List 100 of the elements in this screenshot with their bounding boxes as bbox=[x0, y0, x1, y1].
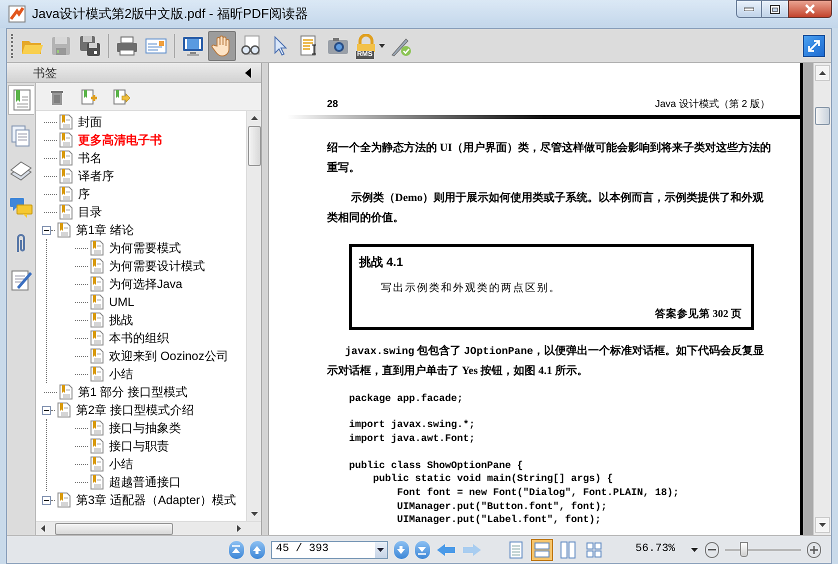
vertical-scrollbar[interactable] bbox=[246, 111, 261, 521]
bookmark-item[interactable]: 接口与抽象类 bbox=[109, 419, 181, 437]
bookmark-icon bbox=[89, 474, 105, 490]
next-page-button[interactable] bbox=[394, 540, 409, 558]
continuous-page-layout-icon bbox=[533, 540, 552, 558]
bookmark-icon bbox=[56, 492, 72, 508]
challenge-title: 挑战 4.1 bbox=[359, 254, 404, 271]
hand-tool-button[interactable] bbox=[208, 30, 236, 60]
bookmark-item[interactable]: 接口与职责 bbox=[109, 437, 169, 455]
diagonal-arrows-icon bbox=[806, 38, 822, 54]
last-page-icon bbox=[417, 544, 428, 554]
close-icon bbox=[804, 4, 816, 14]
zoom-slider[interactable] bbox=[725, 542, 802, 558]
window-title: Java设计模式第2版中文版.pdf - 福昕PDF阅读器 bbox=[32, 5, 308, 24]
bookmark-icon bbox=[89, 456, 105, 472]
bookmark-item[interactable]: 挑战 bbox=[109, 311, 133, 329]
scroll-thumb[interactable] bbox=[248, 126, 260, 166]
code-text: import javax.swing.*; import java.awt.Font; bbox=[349, 419, 476, 447]
bookmark-icon bbox=[89, 438, 105, 454]
previous-page-icon bbox=[252, 544, 262, 554]
bookmark-icon bbox=[89, 330, 105, 346]
down-triangle-icon bbox=[819, 523, 826, 527]
scroll-up-button[interactable] bbox=[815, 65, 830, 81]
running-title: Java 设计模式（第 2 版） bbox=[654, 98, 770, 112]
bookmark-item[interactable]: 第1章 绪论 bbox=[76, 221, 134, 239]
previous-page-button[interactable] bbox=[250, 540, 265, 558]
bookmark-item[interactable]: 为何需要模式 bbox=[109, 239, 181, 257]
scroll-thumb[interactable] bbox=[55, 522, 173, 534]
zoom-in-button[interactable] bbox=[807, 542, 821, 558]
dropdown-caret-icon[interactable] bbox=[379, 44, 385, 48]
bookmark-icon bbox=[89, 240, 105, 256]
bookmark-item[interactable]: 小结 bbox=[109, 455, 133, 473]
bookmark-icon bbox=[58, 204, 74, 220]
first-page-icon bbox=[231, 544, 242, 554]
speech-bubbles-icon bbox=[9, 196, 33, 220]
bookmark-icon bbox=[56, 402, 72, 418]
code-text: public class ShowOptionPane { public static void main(String[] args) { Font font = new Font("Dialog", Font.PLAIN, 18); UIManager.put("Button.font", font); UIManager.put("Label.font", font); bbox=[349, 460, 680, 528]
minimize-button[interactable] bbox=[736, 0, 762, 18]
bookmark-icon bbox=[89, 348, 105, 364]
last-page-button[interactable] bbox=[414, 540, 430, 558]
bookmark-item[interactable]: 译者序 bbox=[78, 167, 114, 185]
page-number: 28 bbox=[327, 98, 338, 112]
bookmark-icon bbox=[58, 150, 74, 166]
bookmark-item[interactable]: 为何选择Java bbox=[109, 275, 182, 293]
scroll-right-icon[interactable] bbox=[237, 525, 241, 532]
maximize-button[interactable] bbox=[762, 0, 788, 18]
bookmark-item[interactable]: 封面 bbox=[78, 113, 102, 131]
body-paragraph: 绍一个全为静态方法的 UI（用户界面）类，尽管这样做可能会影响到将来子类对这些方法的重写。 bbox=[327, 140, 772, 176]
collapse-toggle[interactable] bbox=[42, 226, 51, 234]
toolbar-grip[interactable] bbox=[11, 34, 14, 58]
close-button[interactable] bbox=[788, 0, 832, 18]
bookmark-icon bbox=[89, 258, 105, 274]
bookmark-item[interactable]: UML bbox=[109, 293, 134, 311]
zoom-out-button[interactable] bbox=[705, 542, 720, 558]
scroll-left-icon[interactable] bbox=[41, 525, 45, 532]
next-page-icon bbox=[396, 544, 406, 554]
bookmark-item[interactable]: 小结 bbox=[109, 365, 133, 383]
collapse-toggle[interactable] bbox=[42, 406, 51, 414]
bookmark-item[interactable]: 本书的组织 bbox=[109, 329, 169, 347]
scroll-down-icon[interactable] bbox=[250, 512, 258, 516]
bookmark-item[interactable]: 超越普通接口 bbox=[109, 473, 181, 491]
printer-icon bbox=[115, 34, 139, 58]
bookmark-icon bbox=[58, 132, 74, 148]
bookmark-item[interactable]: 书名 bbox=[78, 149, 102, 167]
scroll-up-icon[interactable] bbox=[250, 116, 258, 120]
bookmark-item[interactable]: 序 bbox=[78, 185, 90, 203]
minus-icon bbox=[708, 548, 716, 550]
horizontal-scrollbar[interactable] bbox=[36, 521, 261, 535]
minimize-icon bbox=[744, 7, 754, 11]
document-scrollbar[interactable] bbox=[813, 63, 831, 535]
bookmark-plus-icon bbox=[80, 88, 98, 106]
challenge-text: 写出示例类和外观类的两点区别。 bbox=[381, 281, 562, 296]
bookmark-item[interactable]: 更多高清电子书 bbox=[78, 131, 162, 149]
continuous-facing-page-layout-icon bbox=[585, 540, 604, 558]
bookmark-item[interactable]: 第1 部分 接口型模式 bbox=[78, 383, 188, 401]
bookmark-icon bbox=[89, 312, 105, 328]
panel-title: 书签 bbox=[33, 64, 57, 82]
bookmark-icon bbox=[58, 384, 74, 400]
collapse-toggle[interactable] bbox=[42, 496, 51, 504]
bookmark-item[interactable]: 目录 bbox=[78, 203, 102, 221]
facing-page-layout-icon bbox=[559, 540, 578, 558]
app-logo-icon bbox=[8, 5, 26, 23]
slider-thumb[interactable] bbox=[740, 542, 748, 556]
bookmark-item[interactable]: 为何需要设计模式 bbox=[109, 257, 205, 275]
scroll-down-button[interactable] bbox=[815, 517, 830, 533]
expand-view-button[interactable] bbox=[803, 34, 825, 56]
continuous-view-button[interactable] bbox=[531, 538, 554, 560]
page-number-field[interactable]: 45 / 393 bbox=[270, 540, 388, 558]
bookmark-icon bbox=[58, 114, 74, 130]
code-text: package app.facade; bbox=[349, 392, 464, 406]
scroll-thumb[interactable] bbox=[815, 107, 830, 125]
page-with-pen-icon bbox=[9, 268, 33, 292]
maximize-icon bbox=[770, 4, 780, 14]
plus-icon bbox=[810, 546, 818, 554]
bookmark-item[interactable]: 第2章 接口型模式介绍 bbox=[76, 401, 194, 419]
bookmark-icon bbox=[58, 186, 74, 202]
bookmark-item[interactable]: 第3章 适配器（Adapter）模式 bbox=[76, 491, 236, 509]
bookmarks-tab[interactable] bbox=[8, 85, 34, 115]
first-page-button[interactable] bbox=[229, 540, 244, 558]
bookmark-item[interactable]: 欢迎来到 Oozinoz公司 bbox=[109, 347, 228, 365]
